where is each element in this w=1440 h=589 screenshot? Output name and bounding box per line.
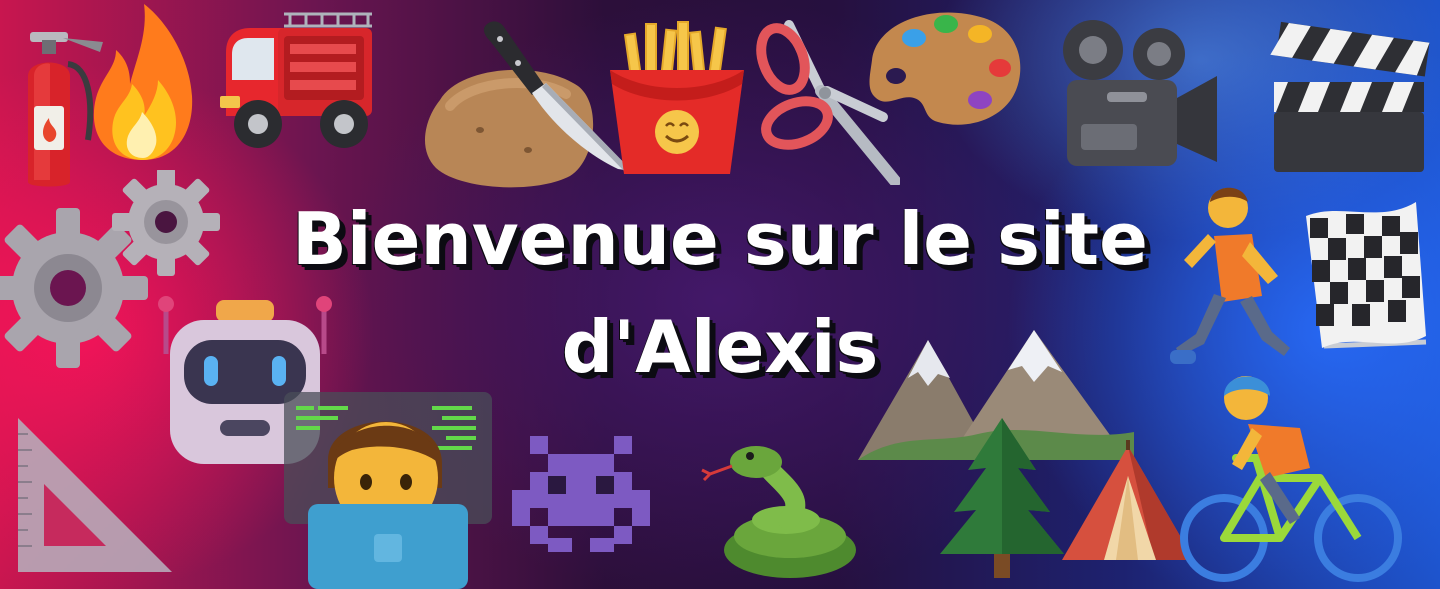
triangular-ruler-icon [18,418,172,572]
movie-camera-icon [1063,20,1217,166]
technologist-icon [284,392,492,589]
french-fries-icon [610,21,744,174]
fire-truck-icon [220,12,372,148]
fire-icon [93,4,193,160]
clapper-board-icon [1270,21,1430,172]
alien-monster-icon [512,436,650,552]
art-palette-icon [869,12,1021,125]
welcome-headline: Bienvenue sur le site d'Alexis [0,185,1440,401]
snake-icon [701,446,856,578]
evergreen-tree-icon [940,418,1064,578]
headline-line-1: Bienvenue sur le site [292,197,1148,281]
hero-banner: Bienvenue sur le site d'Alexis [0,0,1440,589]
headline-line-2: d'Alexis [561,305,879,389]
